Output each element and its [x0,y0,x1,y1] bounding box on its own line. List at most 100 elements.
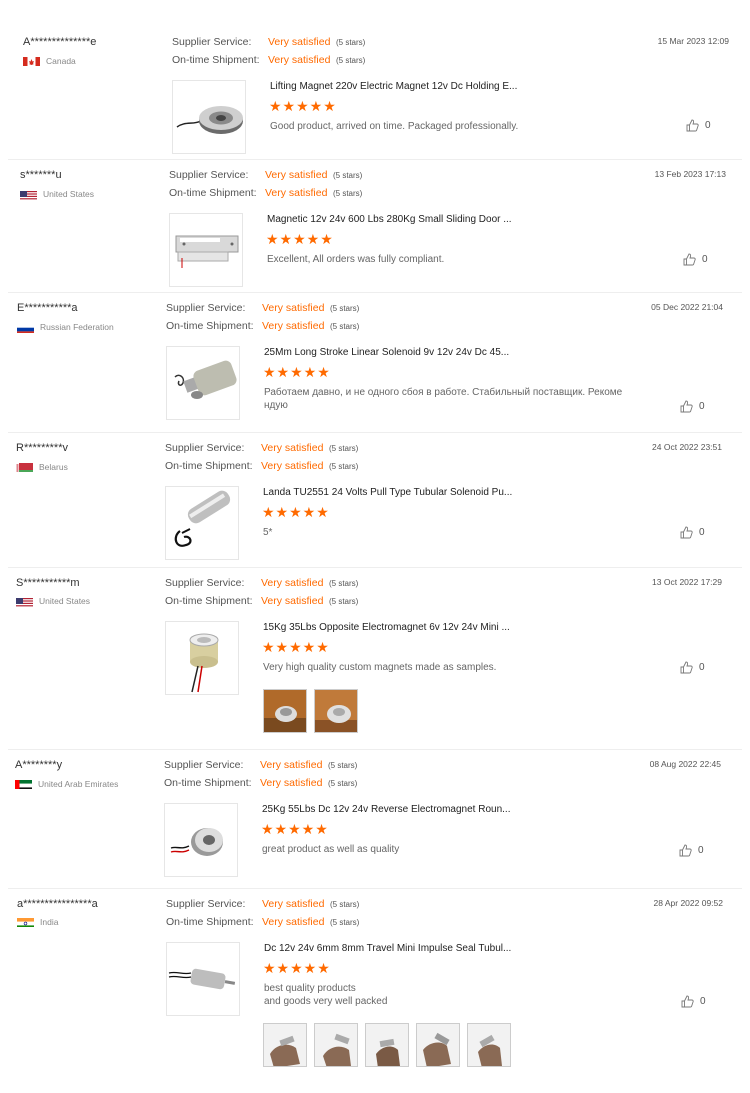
product-thumbnail[interactable] [172,80,246,154]
divider [8,749,742,750]
divider [8,159,742,160]
shipment-value: Very satisfied [260,777,323,789]
product-title[interactable]: Lifting Magnet 220v Electric Magnet 12v … [270,81,517,92]
supplier-service-stars: (5 stars) [330,900,360,909]
flag-russia-icon [17,322,34,333]
divider [8,432,742,433]
reviewer-name: S***********m [16,577,80,589]
reviewer-name: s*******u [20,169,62,181]
review-photo[interactable] [365,1023,409,1067]
shipment-stars: (5 stars) [330,322,360,331]
shipment-stars: (5 stars) [329,462,359,471]
like-button[interactable]: 0 [683,253,708,266]
shipment-stars: (5 stars) [328,779,358,788]
shipment-value: Very satisfied [261,595,324,607]
product-title[interactable]: 25Kg 55Lbs Dc 12v 24v Reverse Electromag… [262,804,510,815]
supplier-service-stars: (5 stars) [336,38,366,47]
like-count: 0 [698,845,704,857]
rating-stars: ★★★★★ [262,504,330,520]
rating-stars: ★★★★★ [269,98,337,114]
like-count: 0 [699,401,705,413]
supplier-service-label: Supplier Service: [166,898,246,910]
review-photo[interactable] [263,1023,307,1067]
supplier-service-label: Supplier Service: [165,442,245,454]
thumbs-up-icon [681,995,694,1008]
review-date: 13 Oct 2022 17:29 [652,577,722,587]
shipment-value: Very satisfied [265,187,328,199]
review-photo[interactable] [314,689,358,733]
shipment-value: Very satisfied [262,320,325,332]
product-title[interactable]: Dc 12v 24v 6mm 8mm Travel Mini Impulse S… [264,943,511,954]
product-thumbnail[interactable] [165,486,239,560]
reviewer-country: Canada [46,56,76,66]
supplier-service-label: Supplier Service: [172,36,252,48]
review-date: 05 Dec 2022 21:04 [651,302,723,312]
shipment-value: Very satisfied [268,54,331,66]
product-thumbnail[interactable] [165,621,239,695]
shipment-stars: (5 stars) [330,918,360,927]
flag-us-icon [16,596,33,607]
like-button[interactable]: 0 [679,844,704,857]
like-button[interactable]: 0 [680,661,705,674]
like-count: 0 [700,996,706,1008]
supplier-service-value: Very satisfied [261,442,324,454]
like-button[interactable]: 0 [680,400,705,413]
thumbs-up-icon [680,661,693,674]
shipment-stars: (5 stars) [329,597,359,606]
supplier-service-label: Supplier Service: [165,577,245,589]
product-title[interactable]: Magnetic 12v 24v 600 Lbs 280Kg Small Sli… [267,214,512,225]
supplier-service-value: Very satisfied [262,302,325,314]
shipment-value: Very satisfied [262,916,325,928]
supplier-service-stars: (5 stars) [329,579,359,588]
shipment-stars: (5 stars) [336,56,366,65]
divider [8,888,742,889]
divider [8,567,742,568]
review-date: 28 Apr 2022 09:52 [653,898,723,908]
thumbs-up-icon [680,526,693,539]
reviewer-name: E***********a [17,302,78,314]
thumbs-up-icon [686,119,699,132]
supplier-service-label: Supplier Service: [169,169,249,181]
like-button[interactable]: 0 [681,995,706,1008]
reviewer-country: United States [43,189,95,199]
reviewer-country: Belarus [39,462,68,472]
product-thumbnail[interactable] [164,803,238,877]
like-button[interactable]: 0 [686,119,711,132]
reviewer-country: United Arab Emirates [38,779,119,789]
shipment-label: On-time Shipment: [164,777,252,789]
flag-canada-icon [23,55,40,66]
shipment-label: On-time Shipment: [169,187,257,199]
product-title[interactable]: Landa TU2551 24 Volts Pull Type Tubular … [263,487,512,498]
product-title[interactable]: 15Kg 35Lbs Opposite Electromagnet 6v 12v… [263,622,510,633]
product-title[interactable]: 25Mm Long Stroke Linear Solenoid 9v 12v … [264,347,509,358]
shipment-label: On-time Shipment: [172,54,260,66]
review-text: great product as well as quality [262,844,400,855]
shipment-label: On-time Shipment: [166,320,254,332]
product-thumbnail[interactable] [169,213,243,287]
shipment-label: On-time Shipment: [165,460,253,472]
review-text: Работаем давно, и не одного сбоя в работ… [264,387,623,411]
divider [8,292,742,293]
review-text: Good product, arrived on time. Packaged … [270,121,519,132]
review-date: 13 Feb 2023 17:13 [654,169,726,179]
product-thumbnail[interactable] [166,942,240,1016]
flag-us-icon [20,189,37,200]
review-date: 08 Aug 2022 22:45 [649,759,721,769]
supplier-service-stars: (5 stars) [328,761,358,770]
review-photo[interactable] [416,1023,460,1067]
review-date: 24 Oct 2022 23:51 [652,442,722,452]
rating-stars: ★★★★★ [266,231,334,247]
review-text: Excellent, All orders was fully complian… [267,254,445,265]
like-button[interactable]: 0 [680,526,705,539]
product-thumbnail[interactable] [166,346,240,420]
rating-stars: ★★★★★ [261,821,329,837]
rating-stars: ★★★★★ [263,364,331,380]
shipment-label: On-time Shipment: [166,916,254,928]
supplier-service-stars: (5 stars) [329,444,359,453]
reviewer-name: a****************a [17,898,98,910]
reviewer-country: India [40,917,59,927]
review-photo[interactable] [467,1023,511,1067]
review-photo[interactable] [314,1023,358,1067]
review-photo[interactable] [263,689,307,733]
reviewer-country: United States [39,596,91,606]
